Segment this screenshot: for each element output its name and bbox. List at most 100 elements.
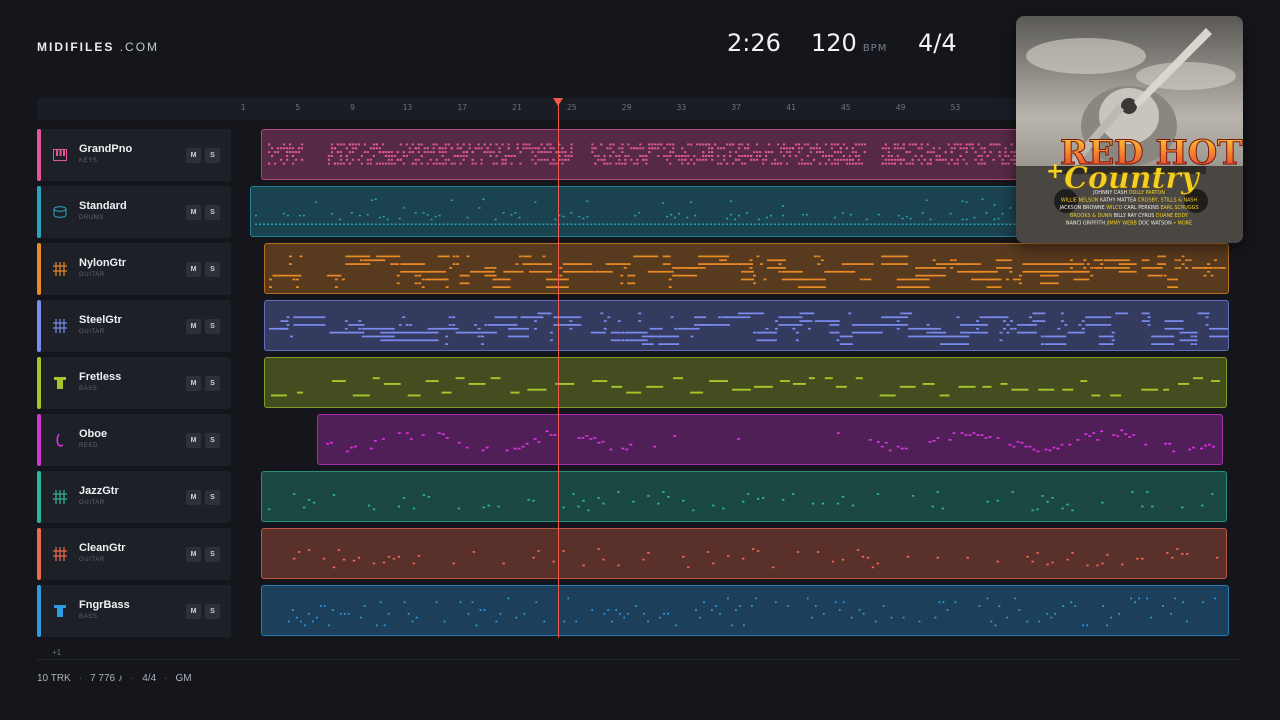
track-header-nylongtr[interactable]: NylonGtr GUITAR M S (37, 243, 231, 295)
clip-notes (292, 548, 1219, 569)
footer-separator: · (78, 673, 83, 684)
piano-keys-icon (53, 148, 67, 162)
track-color-stripe (37, 243, 41, 295)
solo-button[interactable]: S (205, 604, 220, 619)
track-category: GUITAR (79, 500, 105, 506)
mute-button[interactable]: M (186, 433, 201, 448)
brand-name: MIDIFILES (37, 40, 115, 54)
track-name[interactable]: Standard (79, 200, 127, 212)
mute-button[interactable]: M (186, 547, 201, 562)
album-cover: RED HOT Country + JOHNNY CASH DOLLY PART… (1016, 16, 1243, 243)
track-name[interactable]: JazzGtr (79, 485, 119, 497)
ruler-tick: 37 (731, 103, 742, 112)
album-artist-name: • MORE (1173, 220, 1192, 226)
album-artist-line: JOHNNY CASH DOLLY PARTON (1092, 190, 1165, 196)
track-header-standard[interactable]: Standard DRUMS M S (37, 186, 231, 238)
album-artist-name: BILLY RAY CYRUS (1114, 213, 1155, 219)
playhead-line[interactable] (558, 104, 559, 638)
track-category: DRUMS (79, 215, 104, 221)
album-artist-line: NANCI GRIFFITH JIMMY WEBB DOC WATSON • M… (1066, 220, 1192, 226)
track-header-fngrbass[interactable]: FngrBass BASS M S (37, 585, 231, 637)
time-signature-display: 4/4 (918, 29, 957, 57)
track-name[interactable]: GrandPno (79, 143, 132, 155)
clip-notes (325, 429, 1216, 453)
ruler-tick: 9 (350, 103, 356, 112)
track-color-stripe (37, 186, 41, 238)
mute-button[interactable]: M (186, 148, 201, 163)
track-header-grandpno[interactable]: GrandPno KEYS M S (37, 129, 231, 181)
track-name[interactable]: NylonGtr (79, 257, 126, 269)
album-artist-name: WILLIE NELSON (1061, 198, 1099, 204)
solo-button[interactable]: S (205, 319, 220, 334)
track-header-fretless[interactable]: Fretless BASS M S (37, 357, 231, 409)
midi-clip-nylongtr[interactable] (264, 243, 1229, 294)
clip-notes (268, 312, 1228, 346)
track-name[interactable]: Oboe (79, 428, 107, 440)
ruler-tick: 1 (240, 103, 246, 112)
solo-button[interactable]: S (205, 490, 220, 505)
track-header-cleangtr[interactable]: CleanGtr GUITAR M S (37, 528, 231, 580)
track-category: BASS (79, 614, 98, 620)
footer-separator: · (130, 673, 135, 684)
clip-notes (270, 377, 1221, 397)
track-header-steelgtr[interactable]: SteelGtr GUITAR M S (37, 300, 231, 352)
track-header-jazzgtr[interactable]: JazzGtr GUITAR M S (37, 471, 231, 523)
track-category: REED (79, 443, 99, 449)
tempo-display: 120 BPM (811, 29, 887, 57)
track-category: KEYS (79, 158, 98, 164)
solo-button[interactable]: S (205, 205, 220, 220)
ruler-tick: 17 (457, 103, 468, 112)
solo-button[interactable]: S (205, 376, 220, 391)
album-artist-name: DUANE EDDY (1156, 213, 1188, 219)
midi-clip-fngrbass[interactable] (261, 585, 1229, 636)
track-color-stripe (37, 357, 41, 409)
track-color-stripe (37, 129, 41, 181)
track-header-oboe[interactable]: Oboe REED M S (37, 414, 231, 466)
mute-button[interactable]: M (186, 205, 201, 220)
ruler-tick: 29 (621, 103, 632, 112)
guitar-fret-icon (53, 547, 67, 561)
mute-button[interactable]: M (186, 376, 201, 391)
ruler-tick: 41 (786, 103, 796, 112)
track-name[interactable]: CleanGtr (79, 542, 125, 554)
midi-clip-oboe[interactable] (317, 414, 1223, 465)
album-artist-name: EARL SCRUGGS (1160, 205, 1198, 211)
ruler-tick: 45 (840, 103, 851, 112)
ruler-tick: 13 (402, 103, 413, 112)
album-artist-name: BROOKS & DUNN (1070, 213, 1112, 219)
album-plus: + (1046, 159, 1064, 184)
album-artist-name: DOLLY PARTON (1129, 190, 1165, 196)
midi-clip-steelgtr[interactable] (264, 300, 1229, 351)
track-name[interactable]: Fretless (79, 371, 121, 383)
mute-button[interactable]: M (186, 490, 201, 505)
solo-button[interactable]: S (205, 262, 220, 277)
signature-value: 4/4 (918, 29, 957, 57)
clip-notes (287, 597, 1216, 627)
ruler-tick: 53 (950, 103, 961, 112)
solo-button[interactable]: S (205, 148, 220, 163)
album-artist-name: CARL PERKINS (1124, 205, 1159, 211)
track-name[interactable]: FngrBass (79, 599, 130, 611)
clip-notes (267, 491, 1214, 512)
more-tracks-indicator[interactable]: +1 (52, 648, 61, 657)
midi-clip-jazzgtr[interactable] (261, 471, 1227, 522)
mute-button[interactable]: M (186, 319, 201, 334)
mute-button[interactable]: M (186, 604, 201, 619)
track-color-stripe (37, 528, 41, 580)
solo-button[interactable]: S (205, 433, 220, 448)
ruler-tick: 49 (895, 103, 906, 112)
album-artist-line: WILLIE NELSON KATHY MATTEA CROSBY, STILL… (1061, 198, 1198, 204)
track-name[interactable]: SteelGtr (79, 314, 122, 326)
guitar-fret-icon (53, 490, 67, 504)
album-artist-name: WILCO (1106, 205, 1122, 211)
mute-button[interactable]: M (186, 262, 201, 277)
track-color-stripe (37, 300, 41, 352)
midi-clip-cleangtr[interactable] (261, 528, 1227, 579)
solo-button[interactable]: S (205, 547, 220, 562)
reed-icon (53, 433, 67, 447)
midi-clip-fretless[interactable] (264, 357, 1227, 408)
ruler-tick: 5 (295, 103, 301, 112)
footer-standard: GM (175, 673, 192, 684)
album-artist-name: CROSBY, STILLS & NASH (1138, 198, 1198, 204)
time-display: 2:26 (727, 29, 781, 57)
